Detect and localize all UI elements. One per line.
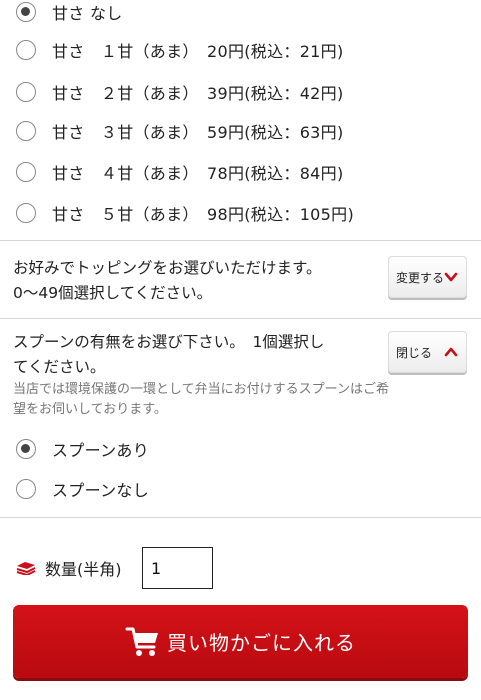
option-label: 甘さ ３甘（あま） 59円(税込：63円)	[52, 123, 344, 142]
add-to-cart-button[interactable]: 買い物かごに入れる	[13, 605, 468, 678]
sweetness-option-1[interactable]: 甘さ １甘（あま） 20円(税込：21円)	[0, 29, 481, 71]
spoon-note: 当店では環境保護の一環として弁当にお付けするスプーンはご希 望をお伺いしておりま…	[13, 380, 468, 420]
spoon-close-button[interactable]: 閉じる	[388, 331, 467, 373]
topping-instruction: お好みでトッピングをお選びいただけます。 0〜49個選択してください。	[13, 256, 321, 306]
spoon-option-yes[interactable]: スプーンあり	[0, 428, 481, 470]
radio-button[interactable]	[16, 479, 36, 499]
option-label: 甘さ ２甘（あま） 39円(税込：42円)	[52, 84, 344, 103]
radio-button[interactable]	[16, 162, 36, 182]
spoon-line-1: スプーンの有無をお選び下さい。 1個選択し	[13, 333, 325, 351]
divider	[0, 240, 481, 241]
radio-button[interactable]	[16, 121, 36, 141]
sweetness-option-2[interactable]: 甘さ ２甘（あま） 39円(税込：42円)	[0, 71, 481, 113]
option-label: 甘さ ５甘（あま） 98円(税込：105円)	[52, 205, 354, 224]
option-label: 甘さ なし	[52, 4, 123, 23]
spoon-instruction: スプーンの有無をお選び下さい。 1個選択し てください。	[13, 330, 383, 380]
sweetness-option-4[interactable]: 甘さ ４甘（あま） 78円(税込：84円)	[0, 151, 481, 193]
option-label: 甘さ ４甘（あま） 78円(税込：84円)	[52, 164, 344, 183]
chevron-up-icon	[444, 347, 458, 357]
divider	[0, 318, 481, 319]
note-line-2: 望をお伺いしております。	[13, 402, 167, 417]
radio-button[interactable]	[16, 82, 36, 102]
option-label: スプーンあり	[52, 441, 150, 460]
quantity-label: 数量(半角)	[45, 560, 122, 579]
divider	[0, 517, 481, 518]
spoon-line-2: てください。	[13, 358, 106, 376]
sweetness-option-3[interactable]: 甘さ ３甘（あま） 59円(税込：63円)	[0, 110, 481, 152]
topping-line-2: 0〜49個選択してください。	[13, 284, 213, 302]
stack-icon	[16, 562, 36, 575]
topping-line-1: お好みでトッピングをお選びいただけます。	[13, 259, 322, 277]
button-label: 変更する	[396, 270, 445, 285]
quantity-input[interactable]	[142, 547, 213, 589]
cart-button-label: 買い物かごに入れる	[167, 631, 356, 655]
radio-button[interactable]	[16, 203, 36, 223]
option-label: スプーンなし	[52, 481, 150, 500]
radio-button[interactable]	[16, 2, 36, 22]
option-label: 甘さ １甘（あま） 20円(税込：21円)	[52, 42, 344, 61]
radio-button[interactable]	[16, 439, 36, 459]
spoon-option-no[interactable]: スプーンなし	[0, 468, 481, 510]
note-line-1: 当店では環境保護の一環として弁当にお付けするスプーンはご希	[13, 382, 389, 397]
radio-button[interactable]	[16, 40, 36, 60]
topping-change-button[interactable]: 変更する	[388, 256, 467, 298]
cart-icon	[125, 627, 158, 656]
sweetness-option-5[interactable]: 甘さ ５甘（あま） 98円(税込：105円)	[0, 192, 481, 234]
button-label: 閉じる	[396, 345, 433, 360]
chevron-down-icon	[444, 272, 458, 282]
